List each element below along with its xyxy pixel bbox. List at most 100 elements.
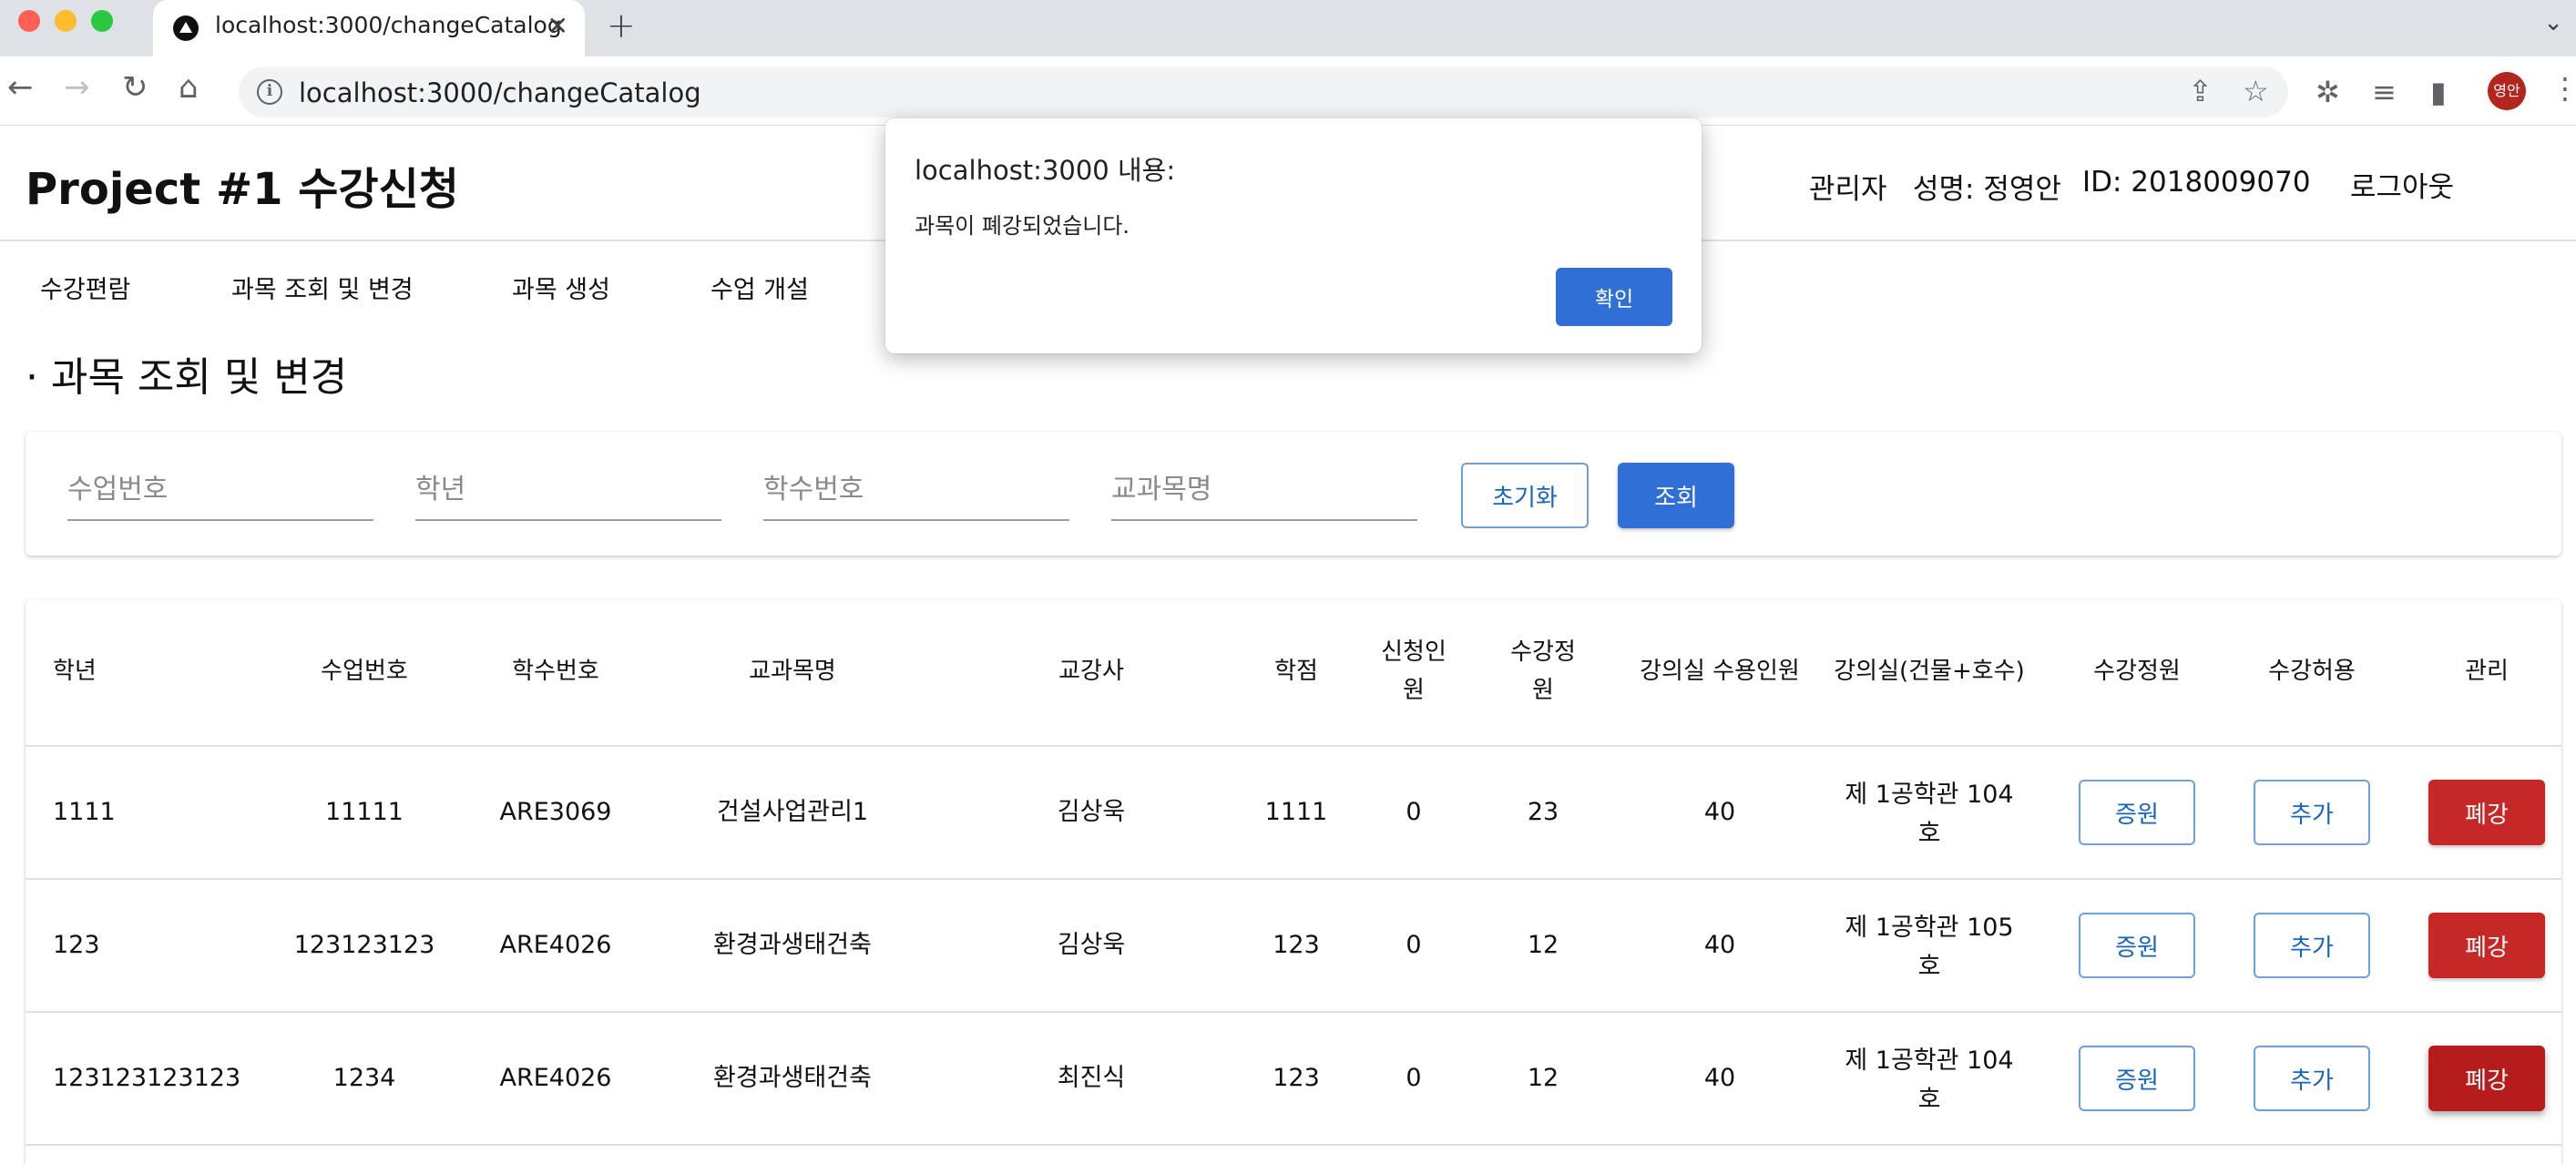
header-room: 강의실(건물+호수) <box>1834 658 2025 686</box>
dialog-ok-button[interactable]: 확인 <box>1556 268 1672 326</box>
class-number-input[interactable] <box>67 466 373 521</box>
cell-course-number: ARE3069 <box>499 798 612 827</box>
user-role: 관리자 <box>1809 173 1887 206</box>
increase-capacity-button[interactable]: 증원 <box>2079 780 2195 845</box>
cell-year: 1111 <box>53 798 116 827</box>
site-info-icon[interactable]: i <box>257 79 282 105</box>
reset-button[interactable]: 초기화 <box>1461 463 1589 528</box>
url-text: localhost:3000/changeCatalog <box>299 77 701 108</box>
header-increase: 수강정원 <box>2093 658 2181 686</box>
cell-applied: 0 <box>1406 1064 1422 1093</box>
cell-room: 제 1공학관 104호 <box>1845 780 2014 848</box>
cell-course-name: 환경과생태건축 <box>713 1064 872 1093</box>
browser-tab-strip: localhost:3000/changeCatalog ✕ + ⌄ <box>0 0 2576 56</box>
new-tab-icon[interactable]: + <box>607 5 636 46</box>
menu-item-catalog[interactable]: 수강편람 <box>40 270 130 305</box>
user-id: ID: 2018009070 <box>2082 166 2311 199</box>
media-control-icon[interactable]: ≡ <box>2372 75 2397 109</box>
side-panel-icon[interactable]: ▮ <box>2430 75 2447 109</box>
extensions-puzzle-icon[interactable]: ✲ <box>2315 75 2340 109</box>
header-course-name: 교과목명 <box>749 658 836 686</box>
cell-course-name: 환경과생태건축 <box>713 931 872 960</box>
cell-room-capacity: 40 <box>1703 1064 1736 1093</box>
cell-class-number: 123123123 <box>293 931 435 960</box>
header-instructor: 교강사 <box>1058 658 1124 686</box>
header-credit: 학점 <box>1274 658 1318 686</box>
menu-item-change-course[interactable]: 과목 조회 및 변경 <box>231 270 414 305</box>
table-row: 123123123123 1234 ARE4026 환경과생태건축 최진식 12… <box>26 1013 2561 1146</box>
address-bar[interactable]: i localhost:3000/changeCatalog ⇪ ☆ <box>239 66 2288 117</box>
back-arrow-icon[interactable]: ← <box>7 69 34 106</box>
share-icon[interactable]: ⇪ <box>2188 74 2213 108</box>
cell-class-number: 1234 <box>332 1064 396 1093</box>
increase-capacity-button[interactable]: 증원 <box>2079 1046 2195 1111</box>
cell-capacity: 12 <box>1527 1064 1559 1093</box>
close-course-button[interactable]: 폐강 <box>2428 1046 2545 1111</box>
alert-dialog: localhost:3000 내용: 과목이 폐강되었습니다. 확인 <box>885 118 1702 353</box>
cell-instructor: 김상욱 <box>1057 931 1126 960</box>
close-window-button[interactable] <box>18 10 40 32</box>
search-button[interactable]: 조회 <box>1618 463 1734 528</box>
menu-item-open-class[interactable]: 수업 개설 <box>710 270 809 305</box>
tab-close-icon[interactable]: ✕ <box>547 11 568 41</box>
cell-course-name: 건설사업관리1 <box>716 798 869 827</box>
browser-tab[interactable]: localhost:3000/changeCatalog ✕ <box>153 0 585 56</box>
cell-year: 123 <box>53 931 100 960</box>
close-course-button[interactable]: 폐강 <box>2428 780 2545 845</box>
table-header-row: 학년 수업번호 학수번호 교과목명 교강사 학점 신청인원 수강정원 강의실 수… <box>26 599 2561 747</box>
increase-capacity-button[interactable]: 증원 <box>2079 913 2195 978</box>
search-panel: 초기화 조회 <box>26 432 2561 556</box>
profile-avatar[interactable]: 영안 <box>2488 72 2526 110</box>
cell-course-number: ARE4026 <box>499 1064 612 1093</box>
cell-applied: 0 <box>1406 931 1422 960</box>
cell-instructor: 김상욱 <box>1057 798 1126 827</box>
allow-add-button[interactable]: 추가 <box>2254 780 2370 845</box>
cell-instructor: 최진식 <box>1057 1064 1126 1093</box>
header-applied: 신청인원 <box>1381 638 1446 704</box>
cell-capacity: 23 <box>1527 798 1559 827</box>
course-number-input[interactable] <box>763 466 1069 521</box>
header-manage: 관리 <box>2465 658 2509 686</box>
cell-credit: 123 <box>1273 1064 1320 1093</box>
cell-credit: 123 <box>1273 931 1320 960</box>
menu-item-create-course[interactable]: 과목 생성 <box>512 270 610 305</box>
dialog-title: localhost:3000 내용: <box>915 155 1176 186</box>
cell-class-number: 11111 <box>325 798 404 827</box>
bookmark-star-icon[interactable]: ☆ <box>2243 74 2269 108</box>
course-table: 학년 수업번호 학수번호 교과목명 교강사 학점 신청인원 수강정원 강의실 수… <box>26 599 2561 1164</box>
header-year: 학년 <box>53 658 97 686</box>
cell-course-number: ARE4026 <box>499 931 612 960</box>
cell-credit: 1111 <box>1264 798 1328 827</box>
tab-search-chevron-icon[interactable]: ⌄ <box>2543 9 2563 36</box>
cell-room-capacity: 40 <box>1703 931 1736 960</box>
header-allow: 수강허용 <box>2268 658 2356 686</box>
browser-menu-icon[interactable]: ⋮ <box>2550 71 2576 106</box>
logout-link[interactable]: 로그아웃 <box>2350 164 2454 205</box>
close-course-button[interactable]: 폐강 <box>2428 913 2545 978</box>
reload-icon[interactable]: ↻ <box>122 69 148 106</box>
header-course-number: 학수번호 <box>512 658 599 686</box>
dialog-message: 과목이 폐강되었습니다. <box>915 213 1130 239</box>
forward-arrow-icon[interactable]: → <box>64 69 90 106</box>
table-row: 1111 11111 ARE3069 건설사업관리1 김상욱 1111 0 23… <box>26 747 2561 880</box>
favicon-icon <box>173 15 199 41</box>
minimize-window-button[interactable] <box>55 10 77 32</box>
cell-room-capacity: 40 <box>1703 798 1736 827</box>
cell-room: 제 1공학관 105호 <box>1845 913 2014 981</box>
table-row: 123 123123123 ARE4026 환경과생태건축 김상욱 123 0 … <box>26 880 2561 1013</box>
header-room-capacity: 강의실 수용인원 <box>1640 658 1800 686</box>
year-input[interactable] <box>415 466 721 521</box>
allow-add-button[interactable]: 추가 <box>2254 913 2370 978</box>
home-icon[interactable]: ⌂ <box>179 69 199 106</box>
course-name-input[interactable] <box>1111 466 1417 521</box>
tab-title: localhost:3000/changeCatalog <box>215 12 562 38</box>
header-capacity: 수강정원 <box>1510 638 1576 704</box>
allow-add-button[interactable]: 추가 <box>2254 1046 2370 1111</box>
header-class-number: 수업번호 <box>321 658 408 686</box>
cell-year: 123123123123 <box>53 1064 241 1093</box>
cell-capacity: 12 <box>1527 931 1559 960</box>
cell-room: 제 1공학관 104호 <box>1845 1046 2014 1114</box>
cell-applied: 0 <box>1406 798 1422 827</box>
page-title: · 과목 조회 및 변경 <box>26 354 348 401</box>
maximize-window-button[interactable] <box>91 10 113 32</box>
